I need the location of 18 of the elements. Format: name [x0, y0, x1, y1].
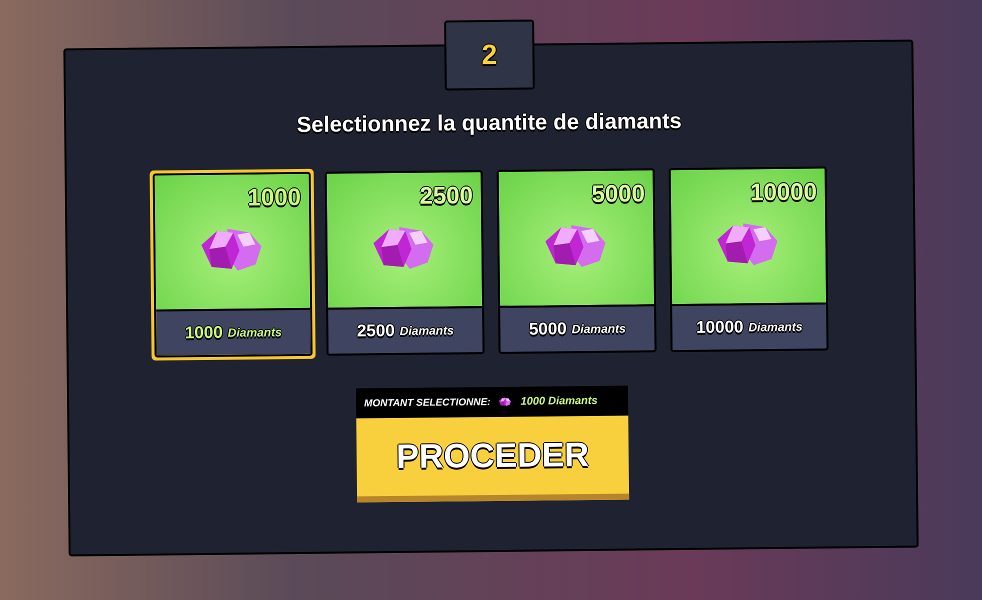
step-number: 2 — [444, 20, 535, 90]
package-amount: 2500 — [419, 181, 474, 212]
package-amount: 5000 — [591, 179, 646, 210]
package-amount-label: 1000 — [184, 322, 223, 344]
package-amount-label: 2500 — [356, 320, 395, 343]
package-unit-label: Diamants — [748, 318, 803, 336]
package-unit-label: Diamants — [228, 324, 282, 342]
dialog-title: Selectionnez la quantite de diamants — [296, 107, 682, 140]
package-unit-label: Diamants — [572, 320, 626, 338]
package-amount-label: 10000 — [696, 316, 744, 340]
package-unit-label: Diamants — [400, 322, 454, 340]
package-amount: 1000 — [247, 182, 302, 214]
package-amount-label: 5000 — [528, 318, 567, 341]
gems-icon — [498, 396, 513, 407]
selected-amount-label: MONTANT SELECTIONNE: — [364, 396, 491, 411]
selected-amount-value: 1000 Diamants — [520, 394, 598, 410]
diamond-package-card[interactable]: 1000 1000 Diamants — [150, 168, 316, 361]
package-amount: 10000 — [750, 178, 818, 208]
